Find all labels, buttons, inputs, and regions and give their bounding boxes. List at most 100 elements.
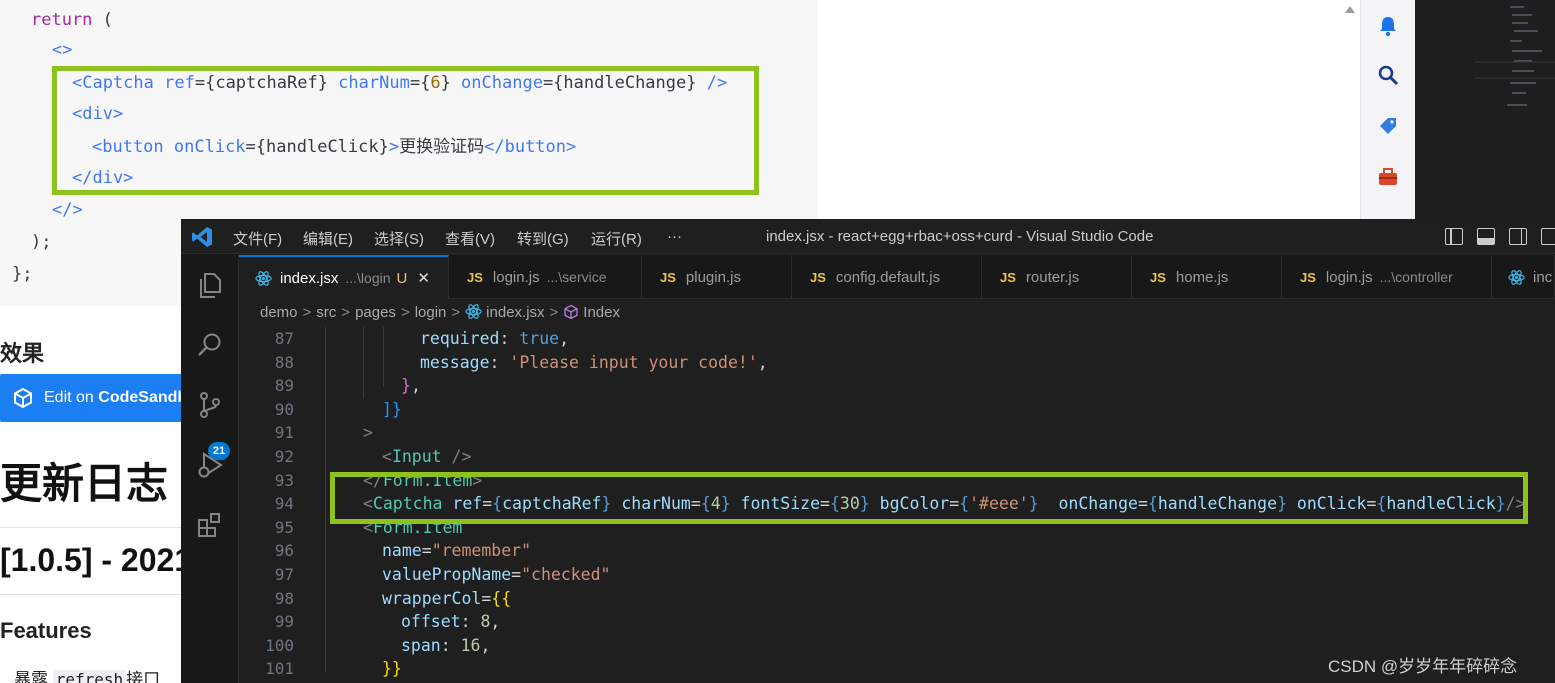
code-token: span xyxy=(401,636,441,655)
indent-guide xyxy=(325,327,326,672)
menu-item[interactable]: 运行(R) xyxy=(591,228,642,249)
code-token: ]} xyxy=(382,400,402,419)
breadcrumb-item[interactable]: index.jsx xyxy=(486,304,544,321)
toolbox-icon[interactable] xyxy=(1377,166,1399,188)
customize-layout-icon[interactable] xyxy=(1541,228,1555,245)
code-line: wrapperCol={{ xyxy=(382,587,511,611)
code-token: }; xyxy=(12,264,33,284)
doc-scrollbar[interactable] xyxy=(1338,0,1360,220)
toggle-secondary-sidebar-icon[interactable] xyxy=(1509,228,1527,245)
code-token: return xyxy=(31,10,93,30)
effect-heading: 效果 xyxy=(0,341,45,366)
menu-item[interactable]: 查看(V) xyxy=(445,228,495,249)
breadcrumb-item[interactable]: src xyxy=(316,304,336,321)
code-line: message: 'Please input your code!', xyxy=(420,351,768,375)
doc-code-line: </> xyxy=(52,194,83,226)
code-token: , xyxy=(757,353,768,372)
divider xyxy=(0,527,200,528)
tag-icon[interactable] xyxy=(1377,115,1399,137)
menu-item[interactable]: 编辑(E) xyxy=(303,228,353,249)
breadcrumb-item[interactable]: login xyxy=(415,304,447,321)
code-token: "checked" xyxy=(521,565,611,584)
tab-description: ...\service xyxy=(546,269,607,285)
codesandbox-label-prefix: Edit on xyxy=(44,389,99,406)
search-icon[interactable] xyxy=(1377,64,1399,86)
edit-on-codesandbox-button[interactable]: Edit on CodeSandb xyxy=(0,374,200,422)
editor-tab[interactable]: JS login.js ...\controller xyxy=(1282,255,1492,299)
minimap-thumbnail xyxy=(1415,0,1555,220)
scroll-up-arrow-icon[interactable] xyxy=(1345,6,1355,13)
editor-tab[interactable]: inc xyxy=(1492,255,1555,299)
run-debug-icon[interactable] xyxy=(195,450,225,480)
line-number: 98 xyxy=(274,589,294,608)
code-token: valuePropName xyxy=(382,565,512,584)
editor-tab[interactable]: JS config.default.js xyxy=(792,255,982,299)
tab-label: config.default.js xyxy=(835,268,941,286)
react-file-icon xyxy=(1508,269,1525,285)
close-icon[interactable]: ✕ xyxy=(417,269,430,287)
js-file-icon: JS xyxy=(467,269,483,285)
breadcrumb-item[interactable]: demo xyxy=(260,304,298,321)
list-item: 暴露 refresh 接口 xyxy=(14,665,160,683)
breadcrumb-separator: > xyxy=(302,304,312,321)
tab-description: ...\controller xyxy=(1379,269,1453,285)
features-heading: Features xyxy=(0,618,92,643)
symbol-cube-icon xyxy=(564,304,578,320)
breadcrumb-separator: > xyxy=(451,304,461,321)
doc-code-line: <> xyxy=(52,34,72,66)
bell-icon[interactable] xyxy=(1377,15,1399,37)
code-token: ); xyxy=(31,232,52,252)
react-file-icon xyxy=(465,304,482,319)
menu-item[interactable]: 文件(F) xyxy=(233,228,282,249)
editor-tab[interactable]: JS plugin.js xyxy=(642,255,792,299)
js-file-icon: JS xyxy=(1300,269,1316,285)
window-title: index.jsx - react+egg+rbac+oss+curd - Vi… xyxy=(766,228,1154,245)
code-line: valuePropName="checked" xyxy=(382,563,610,587)
doc-code-line: ); xyxy=(31,226,51,258)
git-status-badge: U xyxy=(396,269,408,287)
tab-label: home.js xyxy=(1175,268,1229,286)
line-number: 88 xyxy=(274,353,294,372)
code-token: Input xyxy=(391,447,442,466)
editor-tab[interactable]: JS home.js xyxy=(1132,255,1282,299)
code-token: wrapperCol xyxy=(382,589,482,608)
vscode-logo-icon xyxy=(192,227,212,247)
editor-tab[interactable]: JS login.js ...\service xyxy=(449,255,642,299)
code-token: < xyxy=(382,447,392,466)
line-number: 101 xyxy=(265,659,294,678)
code-token: > xyxy=(363,423,373,442)
search-icon[interactable] xyxy=(195,330,225,360)
breadcrumb-item[interactable]: pages xyxy=(355,304,396,321)
code-token: ( xyxy=(92,10,113,30)
code-token: 'Please input your code!' xyxy=(509,353,758,372)
menu-item[interactable]: 转到(G) xyxy=(517,228,569,249)
vscode-window: index.jsx - react+egg+rbac+oss+curd - Vi… xyxy=(181,219,1555,683)
code-token: , xyxy=(410,376,421,395)
menu-more-button[interactable]: ··· xyxy=(667,228,682,245)
menu-item[interactable]: 选择(S) xyxy=(374,228,424,249)
code-token: = xyxy=(421,541,432,560)
code-token: "remember" xyxy=(431,541,532,560)
editor-tab[interactable]: index.jsx ...\login U ✕ xyxy=(239,255,449,299)
js-file-icon: JS xyxy=(810,269,826,285)
source-control-icon[interactable] xyxy=(195,390,225,420)
activity-bar: 21 xyxy=(181,254,239,683)
extensions-icon[interactable] xyxy=(195,510,225,540)
list-item-code: refresh xyxy=(52,670,127,683)
tab-label: login.js xyxy=(492,268,540,286)
breadcrumb-item[interactable]: Index xyxy=(583,304,620,321)
code-token: </> xyxy=(52,200,83,220)
toggle-primary-sidebar-icon[interactable] xyxy=(1445,228,1463,245)
code-token: <> xyxy=(52,40,73,60)
doc-code-line: }; xyxy=(12,258,32,290)
line-number: 92 xyxy=(274,447,294,466)
editor-tab[interactable]: JS router.js xyxy=(982,255,1132,299)
version-heading: [1.0.5] - 2021 xyxy=(0,542,193,578)
tab-label: plugin.js xyxy=(685,268,741,286)
code-token: : xyxy=(499,329,520,348)
code-line: }} xyxy=(382,657,402,681)
code-token: } xyxy=(401,376,411,395)
line-number: 95 xyxy=(274,518,294,537)
explorer-icon[interactable] xyxy=(195,270,225,300)
toggle-panel-icon[interactable] xyxy=(1477,228,1495,245)
